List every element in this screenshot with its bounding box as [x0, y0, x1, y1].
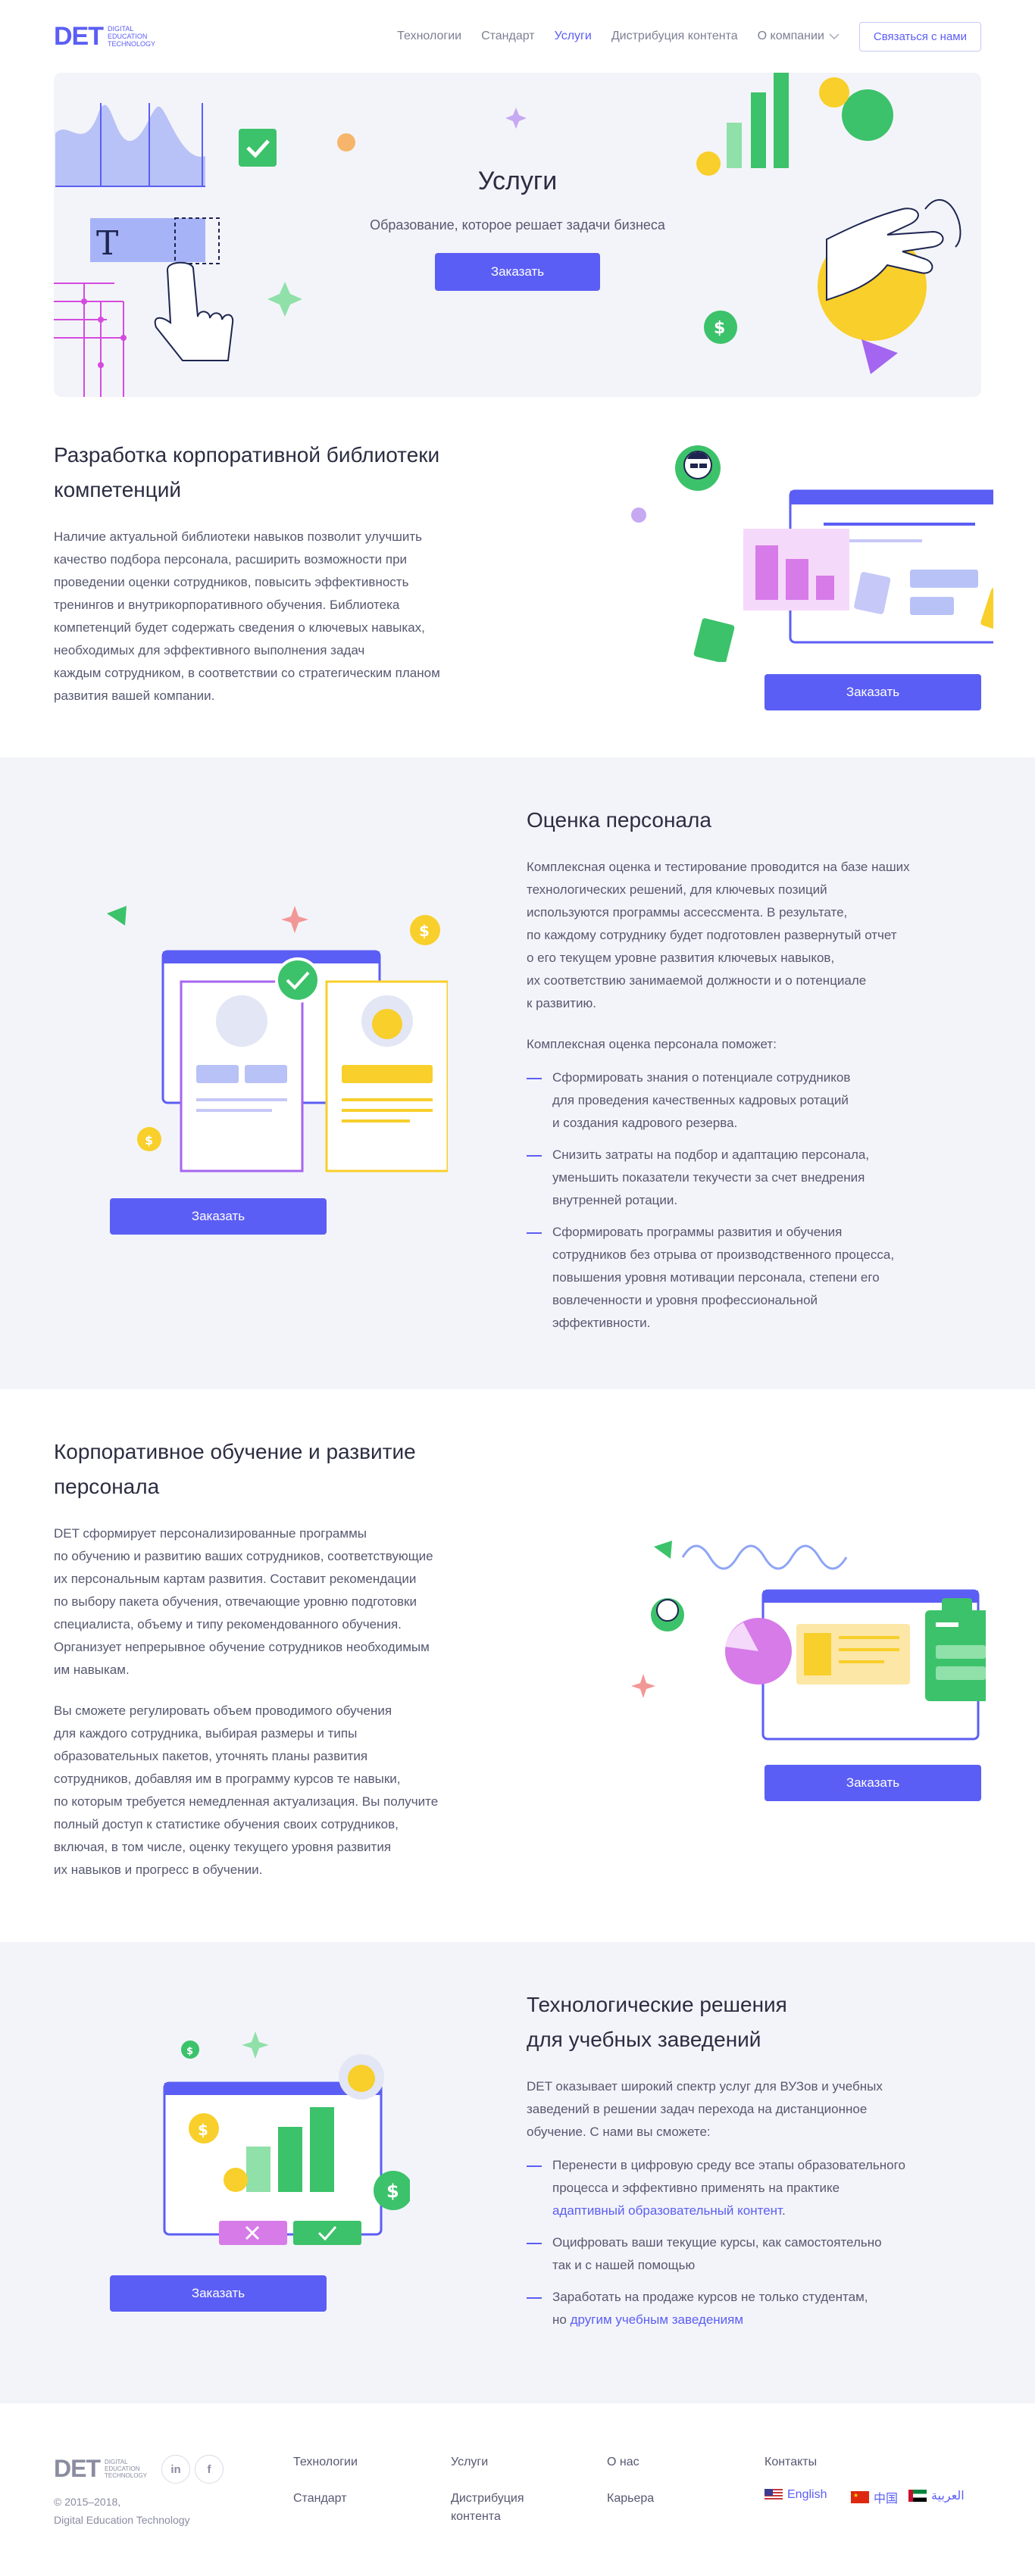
main-nav: Технологии Стандарт Услуги Дистрибуция к… [397, 21, 981, 52]
benefits-list: Сформировать знания о потенциале сотрудн… [527, 1066, 996, 1335]
us-flag-icon [765, 2489, 783, 2501]
logo[interactable]: DET Digital Education Technology [54, 23, 155, 49]
footer-link-career[interactable]: Карьера [607, 2490, 654, 2508]
nav-standard[interactable]: Стандарт [481, 30, 535, 43]
list-item: Заработать на продаже курсов не только с… [527, 2286, 996, 2331]
nav-services[interactable]: Услуги [555, 30, 592, 43]
section-corporate-training: Корпоративное обучение и развитие персона… [0, 1389, 1035, 1942]
assessment-illustration: $ $ [107, 906, 448, 1172]
section-title: Корпоративное обучение и развитие персона… [54, 1440, 416, 1498]
footer-logo[interactable]: DET Digital Education Technology [54, 2456, 147, 2481]
adaptive-content-link[interactable]: адаптивный образовательный контент [552, 2203, 782, 2218]
contact-us-button[interactable]: Связаться с нами [858, 21, 981, 52]
capabilities-list: Перенести в цифровую среду все этапы обр… [527, 2154, 996, 2331]
section-staff-assessment: $ $ Заказать Оценка персонала Комплексна… [0, 757, 1035, 1389]
competency-illustration [631, 445, 993, 662]
footer-link-standard[interactable]: Стандарт [293, 2490, 347, 2508]
nav-about-label: О компании [757, 30, 824, 42]
section-text: DET сформирует персонализированные прогр… [54, 1526, 433, 1677]
section-title: Разработка корпоративной библиотеки компе… [54, 443, 440, 501]
facebook-icon[interactable]: f [195, 2455, 224, 2484]
order-button-assessment[interactable]: Заказать [110, 1198, 327, 1235]
section-text: Комплексная оценка и тестирование провод… [527, 860, 910, 1010]
chevron-down-icon [829, 33, 840, 39]
lang-arabic[interactable]: العربية [908, 2488, 965, 2503]
copyright: © 2015–2018, Digital Education Technology [54, 2496, 190, 2526]
svg-text:$: $ [386, 2181, 399, 2202]
svg-text:$: $ [419, 922, 430, 940]
order-button-training[interactable]: Заказать [765, 1765, 981, 1801]
footer-link-contacts[interactable]: Контакты [765, 2453, 817, 2471]
footer-link-services[interactable]: Услуги [451, 2453, 488, 2471]
section-text-2: Вы сможете регулировать объем проводимог… [54, 1703, 439, 1877]
other-institutions-link[interactable]: другим учебным заведениям [571, 2312, 744, 2327]
list-item: Снизить затраты на подбор и адаптацию пе… [527, 1144, 996, 1212]
education-illustration: $ $ $ [163, 2031, 410, 2245]
logo-subtitle: Digital Education Technology [108, 25, 156, 48]
svg-text:$: $ [198, 2121, 208, 2139]
list-item: Сформировать знания о потенциале сотрудн… [527, 1066, 996, 1135]
nav-distribution[interactable]: Дистрибуция контента [611, 30, 738, 43]
footer-link-technologies[interactable]: Технологии [293, 2453, 358, 2471]
hero-content: Услуги Образование, которое решает задач… [54, 167, 981, 291]
hero-order-button[interactable]: Заказать [435, 253, 600, 291]
china-flag-icon: ★ [851, 2491, 869, 2503]
svg-text:$: $ [145, 1133, 153, 1147]
order-button-competencies[interactable]: Заказать [765, 674, 981, 710]
logo-mark: DET [54, 22, 104, 51]
nav-technologies[interactable]: Технологии [397, 30, 461, 43]
section-education-solutions: $ $ $ Заказать Технологические решения дл… [0, 1942, 1035, 2403]
section-title: Оценка персонала [527, 808, 711, 832]
order-button-education[interactable]: Заказать [110, 2275, 327, 2312]
list-item: Перенести в цифровую среду все этапы обр… [527, 2154, 996, 2222]
list-item: Оцифровать ваши текущие курсы, как самос… [527, 2231, 996, 2277]
linkedin-icon[interactable]: in [161, 2455, 190, 2484]
section-title: Технологические решения для учебных завед… [527, 1993, 787, 2051]
svg-text:$: $ [714, 319, 725, 338]
uae-flag-icon [908, 2490, 927, 2502]
page-title: Услуги [477, 167, 558, 195]
training-illustration [631, 1541, 986, 1741]
hero-subtitle: Образование, которое решает задачи бизне… [370, 217, 665, 233]
site-footer: DET Digital Education Technology in f © 20… [0, 2403, 1035, 2547]
lang-english[interactable]: English [765, 2488, 827, 2502]
section-competency-library: Разработка корпоративной библиотеки компе… [0, 397, 1035, 757]
hero-banner: T $ Услуги Образование, которое решает з… [54, 73, 981, 397]
site-header: DET Digital Education Technology Техноло… [54, 0, 981, 73]
section-text: Наличие актуальной библиотеки навыков по… [54, 529, 440, 703]
section-text: DET оказывает широкий спектр услуг для В… [527, 2079, 883, 2139]
footer-link-distribution[interactable]: Дистрибуция контента [451, 2490, 524, 2526]
list-intro: Комплексная оценка персонала поможет: [527, 1037, 777, 1051]
nav-about-dropdown[interactable]: О компании [758, 30, 840, 43]
list-item: Сформировать программы развития и обучен… [527, 1221, 996, 1335]
svg-text:$: $ [186, 2046, 193, 2057]
lang-chinese[interactable]: ★ 中国 [851, 2488, 898, 2506]
footer-link-about[interactable]: О нас [607, 2453, 639, 2471]
